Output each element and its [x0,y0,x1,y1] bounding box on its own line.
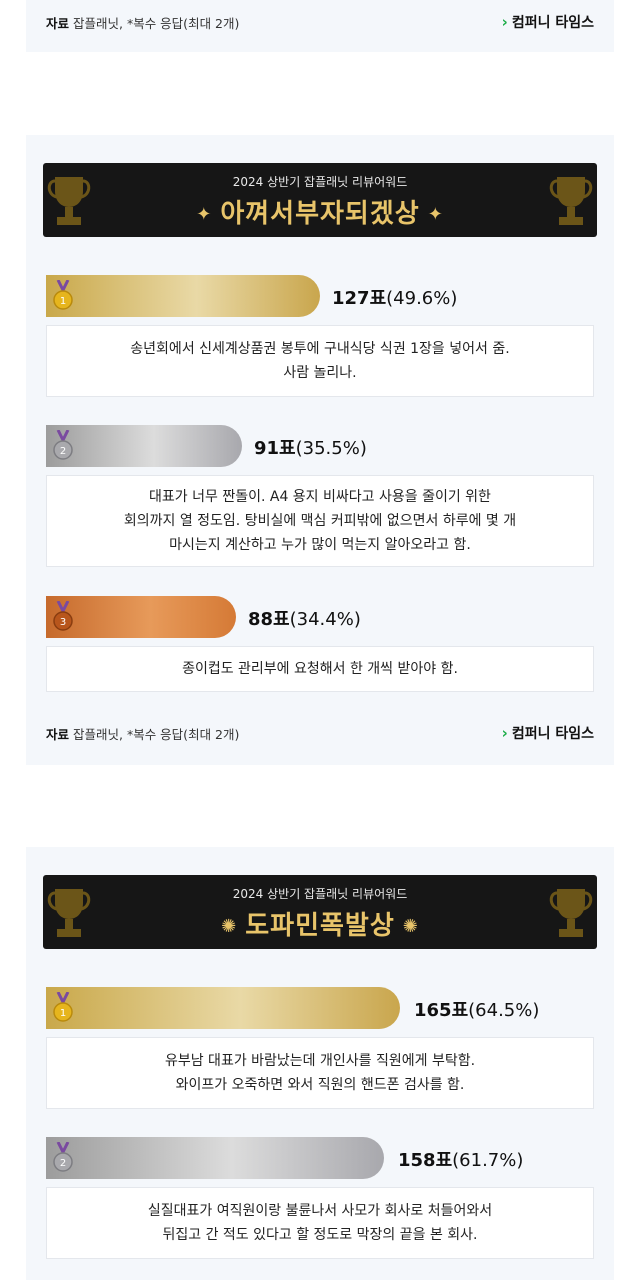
source-text: 잡플래닛, *복수 응답(최대 2개) [73,15,240,31]
vote-count: 91표(35.5%) [254,438,367,459]
source-label: 자료 [46,726,70,742]
bronze-medal-icon: 3 [53,601,73,631]
vote-count: 88표(34.4%) [248,609,361,630]
vote-bar-rank-1: 1 [46,987,400,1029]
award-banner: 2024 상반기 잡플래닛 리뷰어워드 ✺ 도파민폭발상 ✺ [43,875,597,949]
silver-medal-icon: 2 [53,430,73,460]
review-box: 유부남 대표가 바람났는데 개인사를 직원에게 부탁함. 와이프가 오죽하면 와서… [46,1037,594,1109]
money-bag-icon: ✦ [427,204,444,225]
award-subtitle: 2024 상반기 잡플래닛 리뷰어워드 [232,175,408,189]
source-label: 자료 [46,15,70,31]
svg-text:2: 2 [60,446,66,457]
gold-medal-icon: 1 [53,280,73,310]
vote-count: 127표(49.6%) [332,288,458,309]
money-bag-icon: ✦ [196,204,213,225]
award-subtitle: 2024 상반기 잡플래닛 리뷰어워드 [232,887,408,901]
award-title: 아껴서부자되겠상 [220,199,420,229]
award-banner: 2024 상반기 잡플래닛 리뷰어워드 ✦ 아껴서부자되겠상 ✦ [43,163,597,237]
review-box: 송년회에서 신세계상품권 봉투에 구내식당 식권 1장을 넣어서 줌. 사람 놀리… [46,325,594,397]
card-previous: 자료 잡플래닛, *복수 응답(최대 2개) › 컴퍼니 타임스 [26,0,614,52]
brand-chevron-icon: › [501,13,508,31]
firework-icon: ✺ [221,916,238,937]
gold-medal-icon: 1 [53,992,73,1022]
award-title: 도파민폭발상 [245,911,395,941]
award-card-1: 2024 상반기 잡플래닛 리뷰어워드 ✦ 아껴서부자되겠상 ✦ 1 127표(49… [26,135,614,765]
vote-bar-rank-3: 3 [46,596,236,638]
brand-logo: › 컴퍼니 타임스 [502,12,594,32]
brand-logo: › 컴퍼니 타임스 [502,723,594,743]
svg-text:1: 1 [60,1008,66,1019]
vote-bar-rank-2: 2 [46,1137,384,1179]
card-footer: 자료 잡플래닛, *복수 응답(최대 2개) › 컴퍼니 타임스 [26,721,614,745]
review-box: 종이컵도 관리부에 요청해서 한 개씩 받아야 함. [46,646,594,692]
firework-icon: ✺ [402,916,419,937]
vote-bar-rank-1: 1 [46,275,320,317]
silver-medal-icon: 2 [53,1142,73,1172]
review-box: 실질대표가 여직원이랑 불륜나서 사모가 회사로 처들어와서 뒤집고 간 적도 있… [46,1187,594,1259]
svg-text:2: 2 [60,1158,66,1169]
card-footer: 자료 잡플래닛, *복수 응답(최대 2개) › 컴퍼니 타임스 [26,10,614,34]
brand-name: 컴퍼니 타임스 [511,15,594,31]
svg-text:3: 3 [60,617,66,628]
source-text: 잡플래닛, *복수 응답(최대 2개) [73,726,240,742]
brand-chevron-icon: › [501,724,508,742]
vote-bar-rank-2: 2 [46,425,242,467]
review-box: 대표가 너무 짠돌이. A4 용지 비싸다고 사용을 줄이기 위한 회의까지 열 … [46,475,594,567]
award-card-2: 2024 상반기 잡플래닛 리뷰어워드 ✺ 도파민폭발상 ✺ 1 165표(64.5… [26,847,614,1280]
brand-name: 컴퍼니 타임스 [511,726,594,742]
svg-text:1: 1 [60,296,66,307]
vote-count: 165표(64.5%) [414,1000,540,1021]
vote-count: 158표(61.7%) [398,1150,524,1171]
